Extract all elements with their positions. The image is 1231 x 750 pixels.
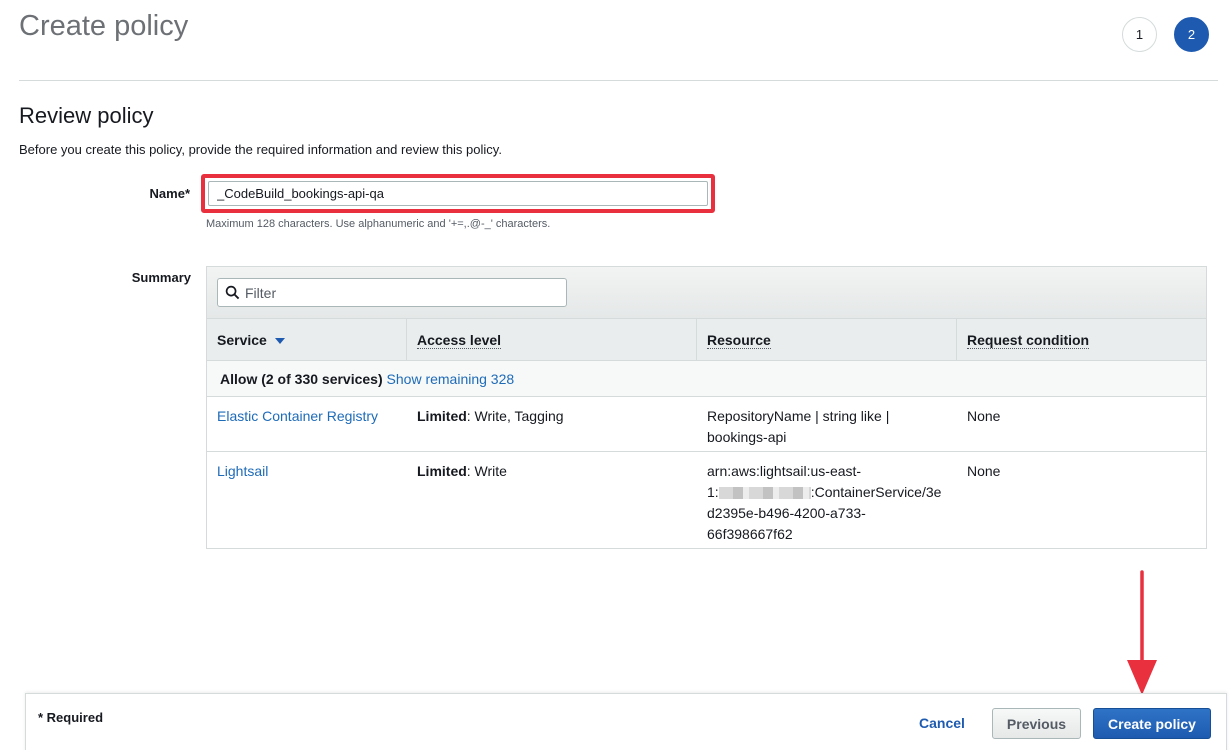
policy-name-input[interactable] [208,181,708,206]
allow-group-label: Allow (2 of 330 services) [220,371,383,387]
access-level-cell: Limited: Write, Tagging [417,408,564,424]
summary-label: Summary [131,270,191,285]
resource-cell: arn:aws:lightsail:us-east- 1::ContainerS… [707,463,942,542]
service-link-ecr[interactable]: Elastic Container Registry [217,408,378,424]
service-link-lightsail[interactable]: Lightsail [217,463,268,479]
cancel-button[interactable]: Cancel [919,715,965,731]
column-header-resource[interactable]: Resource [697,319,957,360]
condition-cell: None [967,408,1001,424]
table-row: Elastic Container Registry Limited: Writ… [207,397,1206,452]
name-input-highlight [201,174,715,213]
condition-cell: None [967,463,1001,479]
page-title: Create policy [19,10,189,42]
access-level-cell: Limited: Write [417,463,507,479]
summary-table: Filter Service Access level Resource Req… [206,266,1207,549]
name-label: Name* [149,186,190,201]
filter-input[interactable]: Filter [217,278,567,307]
table-row: Lightsail Limited: Write arn:aws:lightsa… [207,452,1206,549]
search-icon [225,285,240,300]
sort-descending-icon [274,338,285,344]
section-description: Before you create this policy, provide t… [19,142,502,157]
column-header-access-level[interactable]: Access level [407,319,697,360]
column-header-request-condition[interactable]: Request condition [957,319,1206,360]
previous-button[interactable]: Previous [992,708,1081,739]
filter-placeholder: Filter [245,284,277,301]
create-policy-button[interactable]: Create policy [1093,708,1211,739]
step-1-indicator[interactable]: 1 [1122,17,1157,52]
required-note: * Required [38,710,104,725]
red-arrow-annotation [1127,570,1157,695]
redacted-account-id [718,487,811,500]
resource-cell: RepositoryName | string like | bookings-… [707,408,890,445]
step-2-indicator: 2 [1174,17,1209,52]
name-hint: Maximum 128 characters. Use alphanumeric… [206,218,551,230]
footer-bar: * Required Cancel Previous Create policy [25,693,1227,750]
header-divider [19,80,1218,81]
show-remaining-link[interactable]: Show remaining 328 [387,371,515,387]
column-header-service[interactable]: Service [207,319,407,360]
filter-bar: Filter [207,267,1206,319]
section-title: Review policy [19,103,154,128]
table-header: Service Access level Resource Request co… [207,319,1206,361]
allow-group-row: Allow (2 of 330 services) Show remaining… [207,361,1206,397]
